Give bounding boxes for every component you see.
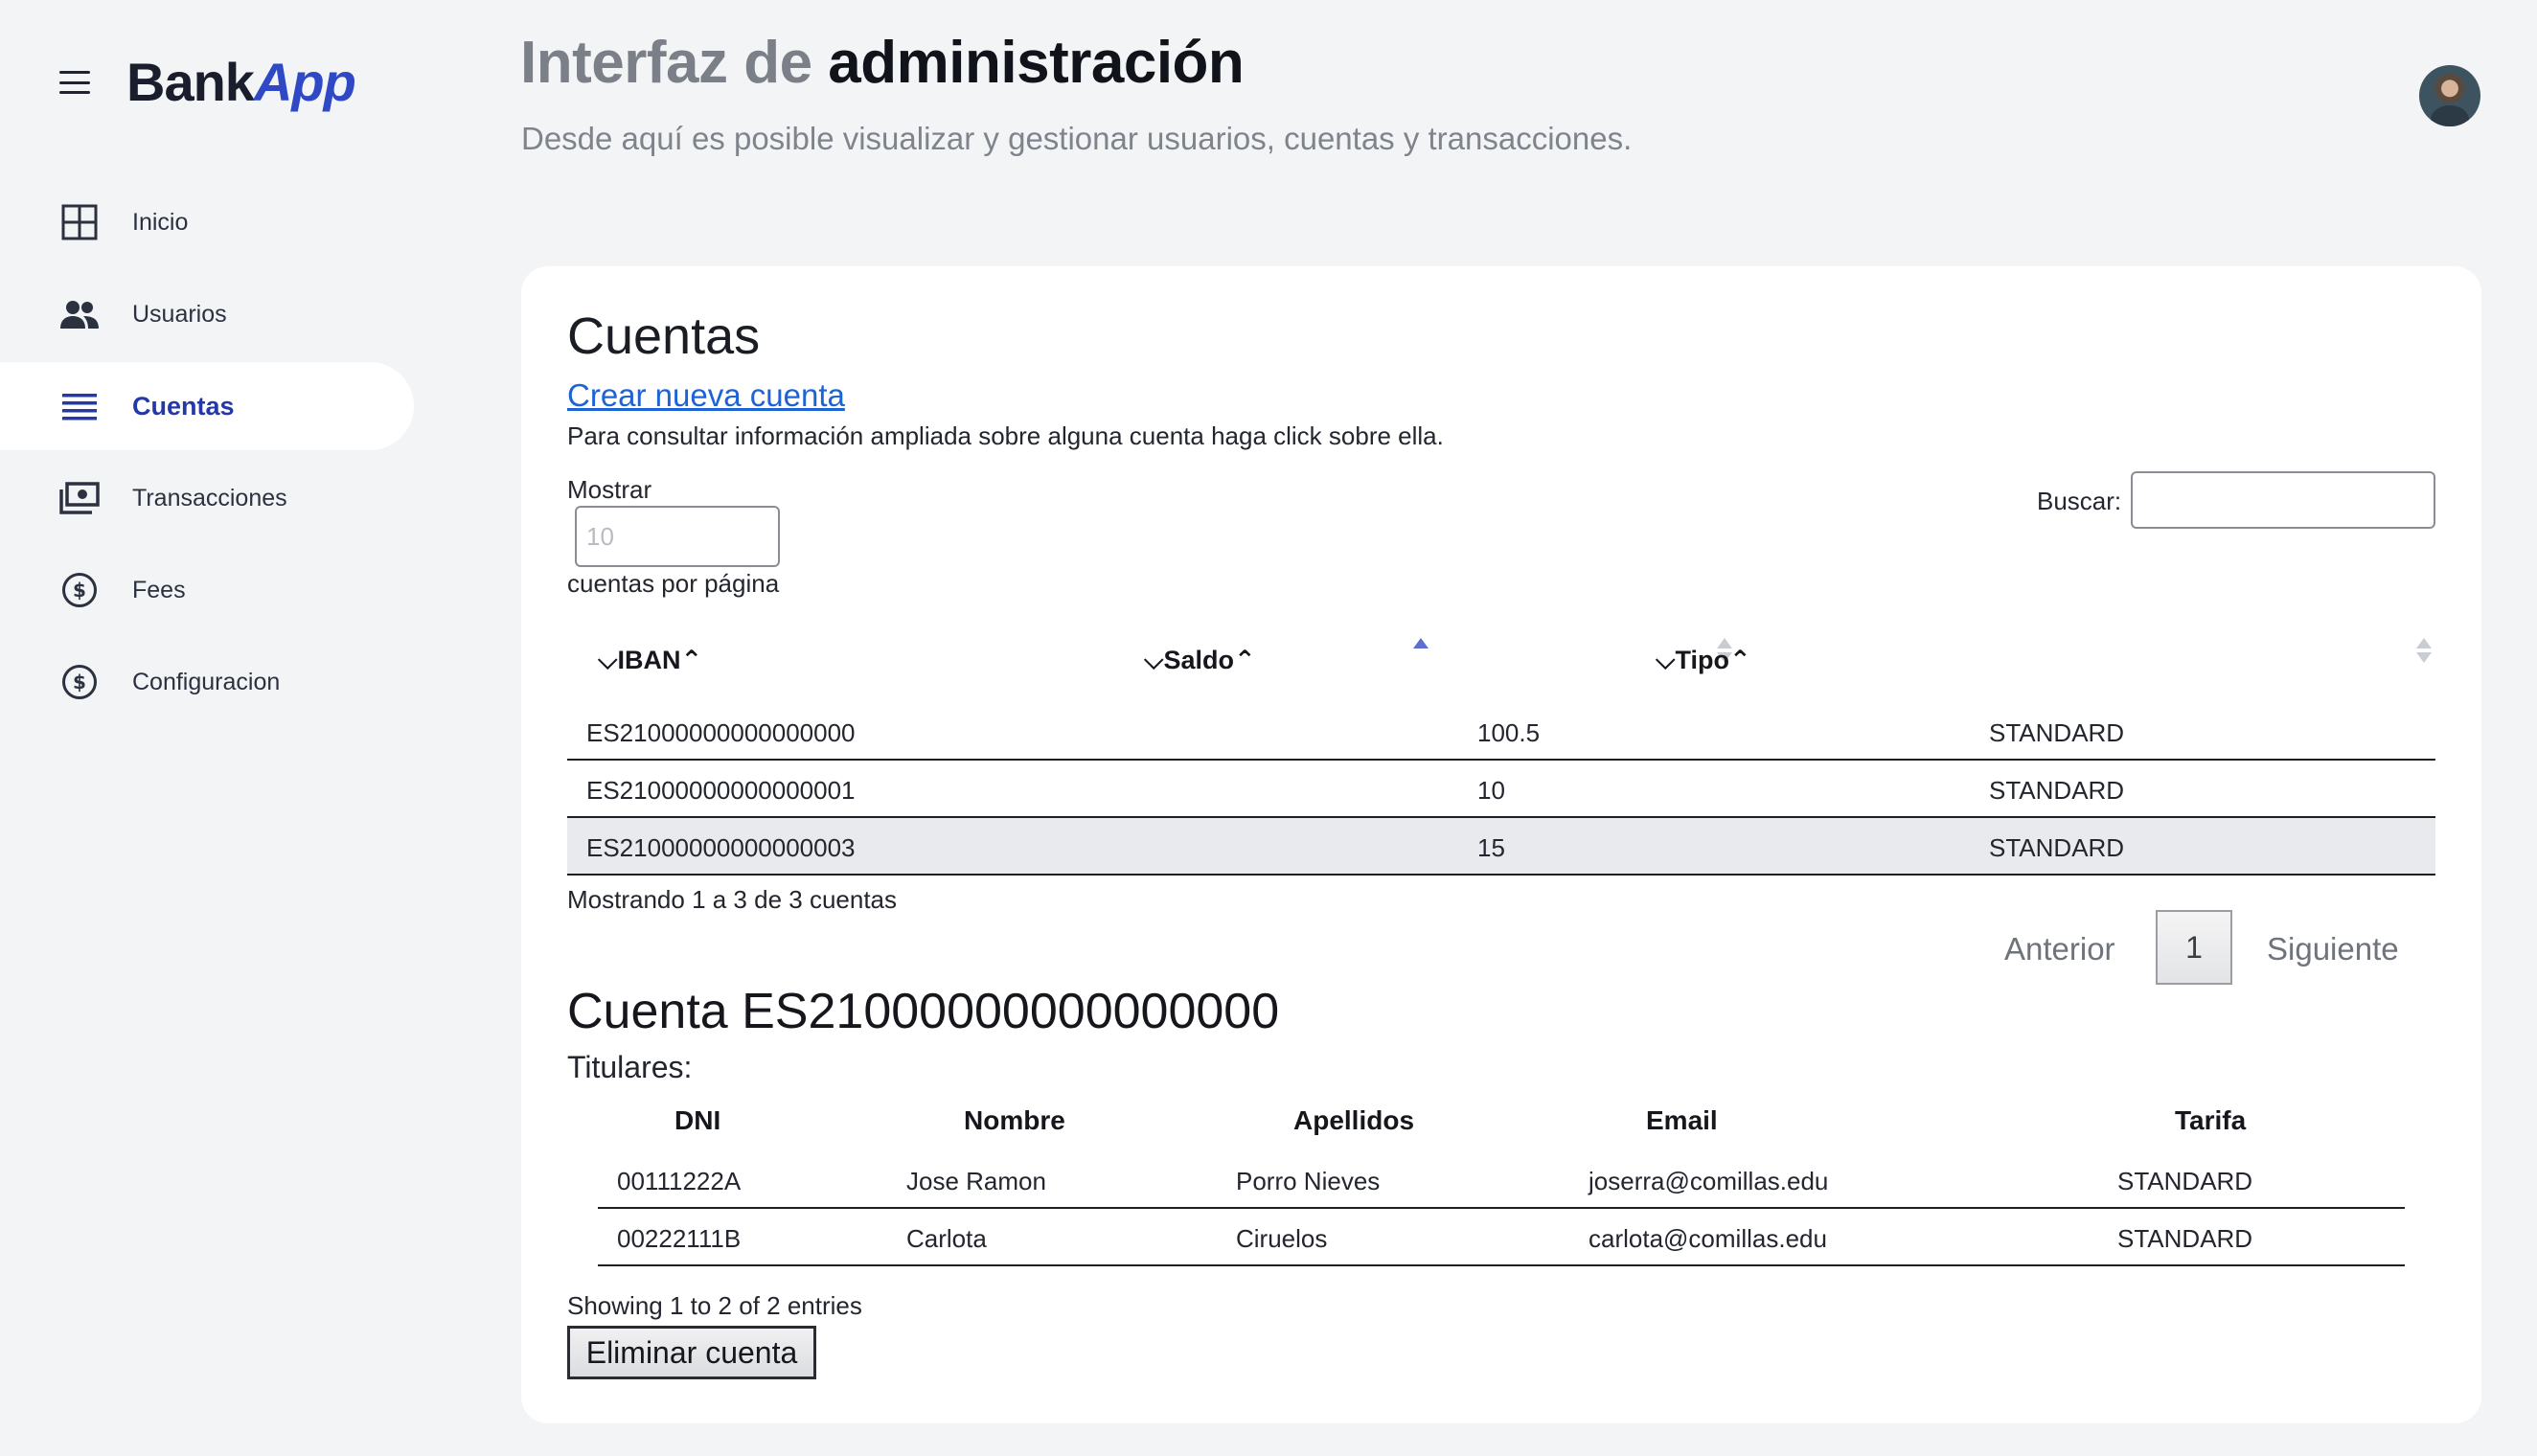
cell-iban: ES21000000000000003 — [586, 833, 856, 862]
holders-showing-text: Showing 1 to 2 of 2 entries — [567, 1291, 862, 1320]
column-header-saldo[interactable]: ⌵Saldo⌃ — [1144, 646, 1256, 676]
users-icon — [59, 294, 100, 334]
sort-icon[interactable] — [1413, 638, 1428, 667]
sidebar-item-inicio[interactable]: Inicio — [0, 178, 414, 266]
logo-bank: Bank — [126, 52, 255, 112]
cell-tarifa: STANDARD — [2117, 1167, 2253, 1195]
cell-email: carlota@comillas.edu — [1588, 1224, 1827, 1253]
cell-saldo: 100.5 — [1477, 718, 1541, 747]
accounts-card: Cuentas Crear nueva cuenta Para consulta… — [521, 266, 2481, 1423]
cell-dni: 00111222A — [617, 1167, 742, 1195]
sidebar-item-label: Cuentas — [132, 391, 235, 421]
table-row[interactable]: ES21000000000000000 100.5 STANDARD — [567, 703, 2435, 761]
sidebar-item-usuarios[interactable]: Usuarios — [0, 270, 414, 358]
sidebar-item-label: Transacciones — [132, 484, 287, 512]
sidebar-item-transacciones[interactable]: Transacciones — [0, 454, 414, 542]
sidebar-nav: Inicio Usuarios Cuentas Transacciones $ … — [0, 178, 414, 730]
table-row[interactable]: 00111222A Jose Ramon Porro Nieves joserr… — [598, 1151, 2405, 1209]
menu-icon[interactable] — [59, 71, 90, 94]
grid-icon — [59, 202, 100, 242]
cell-nombre: Carlota — [906, 1224, 987, 1253]
delete-account-button[interactable]: Eliminar cuenta — [567, 1326, 816, 1379]
sidebar-item-fees[interactable]: $ Fees — [0, 546, 414, 634]
show-label: Mostrar — [567, 475, 652, 504]
cell-nombre: Jose Ramon — [906, 1167, 1046, 1195]
cell-iban: ES21000000000000000 — [586, 718, 856, 747]
logo[interactable]: BankApp — [126, 56, 356, 109]
table-row[interactable]: 00222111B Carlota Ciruelos carlota@comil… — [598, 1209, 2405, 1266]
page-title-light: Interfaz de — [520, 30, 829, 96]
accounts-heading: Cuentas — [567, 307, 761, 365]
column-header-tipo[interactable]: ⌵Tipo⌃ — [1656, 646, 1751, 676]
search-label: Buscar: — [2037, 487, 2122, 515]
sidebar-item-label: Inicio — [132, 208, 189, 236]
cell-apellidos: Ciruelos — [1236, 1224, 1328, 1253]
holders-label: Titulares: — [567, 1050, 693, 1084]
holders-table: DNI Nombre Apellidos Email Tarifa 001112… — [598, 1098, 2405, 1266]
column-header-iban[interactable]: ⌵IBAN⌃ — [598, 646, 702, 676]
column-header-dni: DNI — [674, 1105, 721, 1135]
holders-table-header: DNI Nombre Apellidos Email Tarifa — [598, 1098, 2405, 1151]
cell-iban: ES21000000000000001 — [586, 776, 856, 805]
per-page-label: cuentas por página — [567, 569, 780, 598]
page-title-bold: administración — [828, 30, 1245, 96]
cell-tipo: STANDARD — [1989, 776, 2125, 805]
pager-page-button[interactable]: 1 — [2156, 910, 2232, 985]
create-account-link[interactable]: Crear nueva cuenta — [567, 377, 845, 414]
list-icon — [59, 386, 100, 426]
brand-row: BankApp — [59, 56, 356, 109]
cell-saldo: 15 — [1477, 833, 1505, 862]
column-header-label: Tipo — [1675, 646, 1729, 674]
column-header-nombre: Nombre — [964, 1105, 1065, 1135]
sidebar-item-label: Usuarios — [132, 300, 227, 328]
avatar[interactable] — [2419, 65, 2480, 126]
column-header-label: IBAN — [617, 646, 681, 674]
table-row[interactable]: ES21000000000000003 15 STANDARD — [567, 818, 2435, 876]
page-title: Interfaz de administración — [520, 29, 1245, 97]
column-header-tarifa: Tarifa — [2175, 1105, 2247, 1135]
column-header-email: Email — [1646, 1105, 1718, 1135]
svg-text:$: $ — [73, 671, 86, 694]
page-subtitle: Desde aquí es posible visualizar y gesti… — [521, 121, 1633, 156]
account-detail-title: Cuenta ES21000000000000000 — [567, 984, 1280, 1039]
cell-tipo: STANDARD — [1989, 718, 2125, 747]
cell-apellidos: Porro Nieves — [1236, 1167, 1381, 1195]
sidebar-item-cuentas[interactable]: Cuentas — [0, 362, 414, 450]
cell-email: joserra@comillas.edu — [1588, 1167, 1829, 1195]
page-size-input[interactable]: 10 — [575, 506, 780, 567]
pager-prev-button[interactable]: Anterior — [2004, 931, 2115, 967]
sidebar-item-label: Fees — [132, 576, 186, 603]
sidebar-item-label: Configuracion — [132, 668, 281, 695]
accounts-table: ⌵IBAN⌃ ⌵Saldo⌃ ⌵Tipo⌃ ES2100000000000000… — [567, 619, 2435, 876]
column-header-label: Saldo — [1163, 646, 1234, 674]
pager-next-button[interactable]: Siguiente — [2267, 931, 2399, 967]
search-input[interactable] — [2131, 471, 2435, 529]
cell-tipo: STANDARD — [1989, 833, 2125, 862]
sort-icon[interactable] — [2416, 638, 2432, 667]
cell-dni: 00222111B — [617, 1224, 742, 1253]
sidebar-item-configuracion[interactable]: $ Configuracion — [0, 638, 414, 726]
svg-text:$: $ — [73, 579, 86, 602]
dollar-circle-icon: $ — [59, 662, 100, 702]
accounts-info-text: Para consultar información ampliada sobr… — [567, 421, 1444, 450]
accounts-table-header: ⌵IBAN⌃ ⌵Saldo⌃ ⌵Tipo⌃ — [567, 619, 2435, 703]
cell-tarifa: STANDARD — [2117, 1224, 2253, 1253]
cell-saldo: 10 — [1477, 776, 1505, 805]
accounts-showing-text: Mostrando 1 a 3 de 3 cuentas — [567, 885, 898, 914]
logo-app: App — [253, 52, 356, 112]
column-header-apellidos: Apellidos — [1293, 1105, 1415, 1135]
money-icon — [59, 478, 100, 518]
dollar-circle-icon: $ — [59, 570, 100, 610]
sidebar: BankApp Inicio Usuarios Cuentas Transacc… — [0, 0, 422, 1456]
table-row[interactable]: ES21000000000000001 10 STANDARD — [567, 761, 2435, 818]
